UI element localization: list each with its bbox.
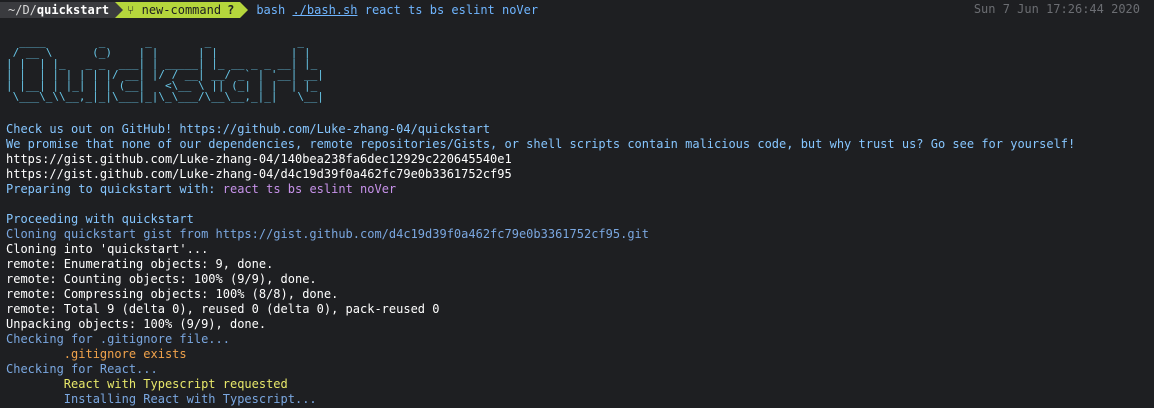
output-line: https://gist.github.com/Luke-zhang-04/14…: [6, 152, 1148, 167]
ascii-banner: ____ _ _ _ _ / __ \ (_) | | | | | | | | …: [6, 36, 324, 103]
powerline-separator-icon: [115, 2, 124, 18]
command-args: react ts bs eslint noVer: [364, 2, 539, 17]
output-line: remote: Total 9 (delta 0), reused 0 (del…: [6, 302, 1148, 317]
output-line: remote: Enumerating objects: 9, done.: [6, 257, 1148, 272]
output-line-text: Checking for .gitignore file...: [6, 332, 230, 346]
output-line: remote: Compressing objects: 100% (8/8),…: [6, 287, 1148, 302]
output-line: Checking for .gitignore file...: [6, 332, 1148, 347]
output-line-text: Cloning quickstart gist from https://gis…: [6, 227, 649, 241]
output-line-text: React with Typescript requested: [6, 377, 288, 391]
prompt-dir-name: quickstart: [36, 2, 110, 17]
output-line-text: .gitignore exists: [6, 347, 187, 361]
terminal-window[interactable]: ~/D/quickstart ⑂ new-command? bash ./bas…: [0, 0, 1154, 408]
command-path: ./bash.sh: [292, 2, 358, 17]
powerline-separator-icon: [240, 2, 249, 18]
output-line-args: react ts bs eslint noVer: [222, 182, 397, 196]
git-branch-icon: ⑂: [127, 2, 142, 17]
output-line: https://gist.github.com/Luke-zhang-04/d4…: [6, 167, 1148, 182]
output-line-text: Installing React with Typescript...: [6, 392, 317, 406]
output-line: Proceeding with quickstart: [6, 212, 1148, 227]
prompt-git-branch: new-command: [141, 2, 222, 17]
output-line: Preparing to quickstart with: react ts b…: [6, 182, 1148, 197]
output-line: Unpacking objects: 100% (9/9), done.: [6, 317, 1148, 332]
prompt-clock: Sun 7 Jun 17:26:44 2020: [973, 2, 1140, 16]
output-line: Check us out on GitHub! https://github.c…: [6, 122, 1148, 137]
prompt-line: ~/D/quickstart ⑂ new-command? bash ./bas…: [0, 0, 1148, 20]
output-line-text: Proceeding with quickstart: [6, 212, 194, 226]
output-line-text: https://gist.github.com/Luke-zhang-04/d4…: [6, 167, 512, 181]
prompt-dir-prefix: ~/D/: [8, 2, 37, 17]
output-line-text: Preparing to quickstart with:: [6, 182, 223, 196]
prompt-git-segment: ⑂ new-command?: [123, 2, 241, 18]
output-line: remote: Counting objects: 100% (9/9), do…: [6, 272, 1148, 287]
output-line: Cloning quickstart gist from https://gis…: [6, 227, 1148, 242]
output-line: .gitignore exists: [6, 347, 1148, 362]
command-name: bash: [256, 2, 286, 17]
output-line: React with Typescript requested: [6, 377, 1148, 392]
output-line-text: Unpacking objects: 100% (9/9), done.: [6, 317, 267, 331]
output-line-text: Cloning into 'quickstart'...: [6, 242, 209, 256]
prompt-git-status: ?: [227, 2, 235, 17]
output-line: Checking for React...: [6, 362, 1148, 377]
output-line-text: remote: Counting objects: 100% (9/9), do…: [6, 272, 317, 286]
prompt-directory-segment: ~/D/quickstart: [0, 2, 116, 18]
terminal-output: Check us out on GitHub! https://github.c…: [6, 122, 1148, 407]
output-line-text: remote: Total 9 (delta 0), reused 0 (del…: [6, 302, 440, 316]
output-line: Installing React with Typescript...: [6, 392, 1148, 407]
prompt-command: bash ./bash.sh react ts bs eslint noVer: [256, 3, 538, 18]
output-line: Cloning into 'quickstart'...: [6, 242, 1148, 257]
output-line-text: https://gist.github.com/Luke-zhang-04/14…: [6, 152, 512, 166]
output-line-text: remote: Compressing objects: 100% (8/8),…: [6, 287, 339, 301]
output-line-text: Check us out on GitHub! https://github.c…: [6, 122, 491, 136]
output-line-text: We promise that none of our dependencies…: [6, 137, 1076, 151]
output-line-text: Checking for React...: [6, 362, 158, 376]
output-line-text: remote: Enumerating objects: 9, done.: [6, 257, 274, 271]
output-line: We promise that none of our dependencies…: [6, 137, 1148, 152]
